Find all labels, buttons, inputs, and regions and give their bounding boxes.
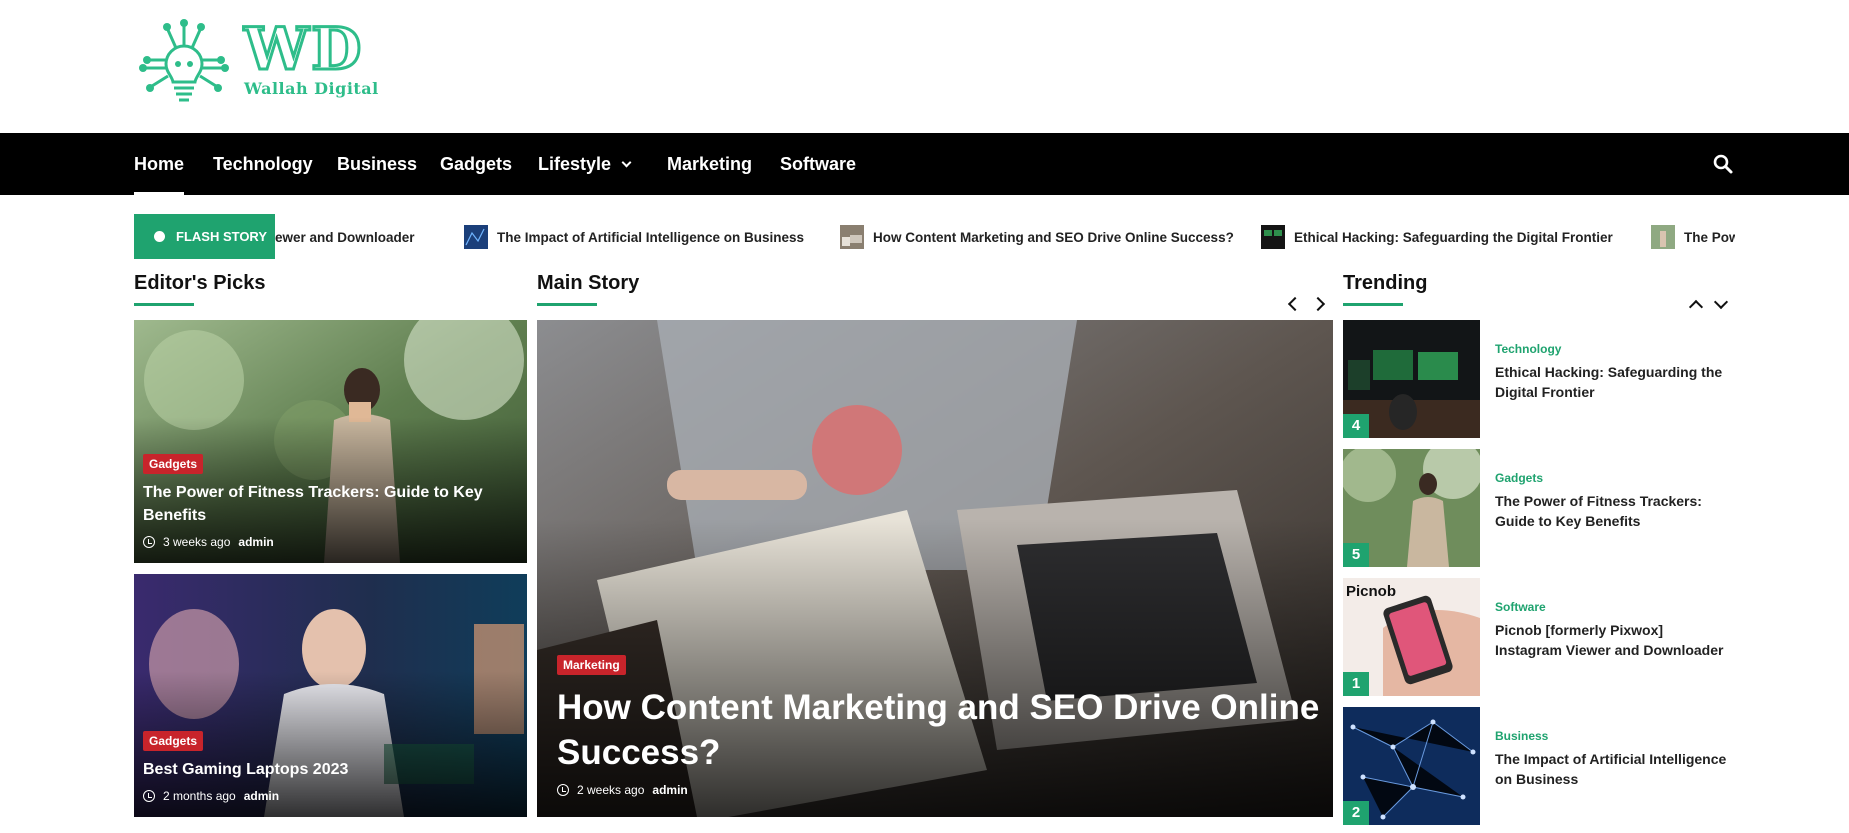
- chevron-up-icon[interactable]: [1688, 299, 1704, 315]
- category-badge[interactable]: Gadgets: [143, 731, 204, 751]
- flash-story-text: FLASH STORY: [176, 229, 268, 244]
- trending-item[interactable]: Picnob 1 Software Picnob [formerly Pixwo…: [1343, 578, 1735, 696]
- thumb-text: Picnob: [1346, 583, 1396, 600]
- article-time: 3 weeks ago: [163, 535, 231, 549]
- article-author[interactable]: admin: [238, 535, 273, 549]
- flash-story-ticker: FLASH STORY ewer and Downloader The Impa…: [134, 214, 1735, 259]
- ticker-item[interactable]: The Impact of Artificial Intelligence on…: [464, 225, 804, 249]
- trending-rank: 2: [1343, 801, 1369, 825]
- ticker-item-title: The Pow: [1684, 229, 1735, 245]
- trending-thumbnail[interactable]: 5: [1343, 449, 1480, 567]
- nav-item-lifestyle-label: Lifestyle: [538, 154, 612, 174]
- category-badge[interactable]: Gadgets: [143, 454, 204, 474]
- chevron-down-icon[interactable]: [1713, 294, 1729, 310]
- site-logo[interactable]: WD Wallah Digital: [136, 12, 406, 107]
- logo-wordmark: WD: [243, 15, 364, 83]
- next-arrow-icon[interactable]: [1310, 296, 1326, 312]
- trending-rank: 1: [1343, 672, 1369, 696]
- trending-item[interactable]: 5 Gadgets The Power of Fitness Trackers:…: [1343, 449, 1735, 567]
- trending-title: Trending: [1343, 272, 1428, 294]
- nav-item-marketing[interactable]: Marketing: [667, 133, 752, 195]
- search-icon[interactable]: [1712, 153, 1734, 175]
- editors-picks-title: Editor's Picks: [134, 272, 266, 294]
- clock-icon: [557, 784, 569, 796]
- article-title[interactable]: Best Gaming Laptops 2023: [143, 758, 515, 781]
- trending-item[interactable]: 2 Business The Impact of Artificial Inte…: [1343, 707, 1735, 825]
- section-underline: [134, 303, 194, 306]
- section-underline: [537, 303, 597, 306]
- article-time: 2 weeks ago: [577, 783, 645, 797]
- ticker-thumbnail: [1261, 225, 1285, 249]
- previous-arrow-icon[interactable]: [1287, 296, 1303, 312]
- ticker-thumbnail: [464, 225, 488, 249]
- category-link[interactable]: Gadgets: [1495, 471, 1730, 485]
- trending-thumbnail[interactable]: 4: [1343, 320, 1480, 438]
- logo-text: WD Wallah Digital: [243, 15, 379, 99]
- nav-item-home[interactable]: Home: [134, 133, 185, 195]
- article-meta: 2 months ago admin: [143, 789, 515, 803]
- ticker-item[interactable]: How Content Marketing and SEO Drive Onli…: [840, 225, 1234, 249]
- article-author[interactable]: admin: [652, 783, 687, 797]
- logo-tagline: Wallah Digital: [244, 79, 379, 98]
- editors-pick-card[interactable]: Gadgets Best Gaming Laptops 2023 2 month…: [134, 574, 527, 817]
- nav-item-lifestyle[interactable]: Lifestyle: [538, 133, 632, 195]
- ticker-item-title: The Impact of Artificial Intelligence on…: [497, 229, 805, 245]
- article-time: 2 months ago: [163, 789, 236, 803]
- trending-title-link[interactable]: Picnob [formerly Pixwox] Instagram Viewe…: [1495, 620, 1730, 660]
- trending-text: Gadgets The Power of Fitness Trackers: G…: [1495, 471, 1730, 531]
- nav-item-business[interactable]: Business: [337, 133, 417, 195]
- ticker-item-title: How Content Marketing and SEO Drive Onli…: [873, 229, 1234, 245]
- ticker-item-title: ewer and Downloader: [275, 229, 415, 245]
- editors-pick-card[interactable]: Gadgets The Power of Fitness Trackers: G…: [134, 320, 527, 563]
- ticker-thumbnail: [840, 225, 864, 249]
- nav-item-technology[interactable]: Technology: [213, 133, 313, 195]
- ticker-item[interactable]: The Pow: [1651, 225, 1735, 249]
- trending-text: Technology Ethical Hacking: Safeguarding…: [1495, 342, 1730, 402]
- trending-title-link[interactable]: The Power of Fitness Trackers: Guide to …: [1495, 491, 1730, 531]
- article-meta: 3 weeks ago admin: [143, 535, 515, 549]
- nav-item-software[interactable]: Software: [780, 133, 856, 195]
- main-story-card[interactable]: Marketing How Content Marketing and SEO …: [537, 320, 1333, 817]
- nav-item-gadgets[interactable]: Gadgets: [440, 133, 512, 195]
- main-story-headline[interactable]: How Content Marketing and SEO Drive Onli…: [557, 685, 1321, 775]
- ticker-item[interactable]: ewer and Downloader: [275, 225, 415, 249]
- trending-thumbnail[interactable]: Picnob 1: [1343, 578, 1480, 696]
- category-link[interactable]: Technology: [1495, 342, 1730, 356]
- ticker-item-title: Ethical Hacking: Safeguarding the Digita…: [1294, 229, 1613, 245]
- live-dot-icon: [154, 231, 165, 242]
- ticker-thumbnail: [1651, 225, 1675, 249]
- trending-text: Software Picnob [formerly Pixwox] Instag…: [1495, 600, 1730, 660]
- trending-title-link[interactable]: Ethical Hacking: Safeguarding the Digita…: [1495, 362, 1730, 402]
- card-body: Gadgets The Power of Fitness Trackers: G…: [143, 454, 515, 549]
- main-story-title: Main Story: [537, 272, 640, 294]
- card-body: Gadgets Best Gaming Laptops 2023 2 month…: [143, 731, 515, 803]
- trending-rank: 5: [1343, 543, 1369, 567]
- trending-item[interactable]: 4 Technology Ethical Hacking: Safeguardi…: [1343, 320, 1735, 438]
- card-body: Marketing How Content Marketing and SEO …: [557, 655, 1321, 797]
- main-nav: Home Technology Business Gadgets Lifesty…: [0, 133, 1849, 195]
- chevron-down-icon: [621, 157, 632, 168]
- ticker-item[interactable]: Ethical Hacking: Safeguarding the Digita…: [1261, 225, 1613, 249]
- category-link[interactable]: Software: [1495, 600, 1730, 614]
- flash-story-label: FLASH STORY: [134, 214, 275, 259]
- trending-thumbnail[interactable]: 2: [1343, 707, 1480, 825]
- category-link[interactable]: Business: [1495, 729, 1730, 743]
- clock-icon: [143, 536, 155, 548]
- trending-rank: 4: [1343, 414, 1369, 438]
- lightbulb-circuit-logo-icon: [139, 19, 229, 102]
- trending-text: Business The Impact of Artificial Intell…: [1495, 729, 1730, 789]
- site-header: WD Wallah Digital: [0, 0, 1849, 133]
- article-author[interactable]: admin: [244, 789, 279, 803]
- clock-icon: [143, 790, 155, 802]
- section-underline: [1343, 303, 1403, 306]
- article-title[interactable]: The Power of Fitness Trackers: Guide to …: [143, 481, 515, 527]
- category-badge[interactable]: Marketing: [557, 655, 626, 675]
- trending-title-link[interactable]: The Impact of Artificial Intelligence on…: [1495, 749, 1730, 789]
- article-meta: 2 weeks ago admin: [557, 783, 1321, 797]
